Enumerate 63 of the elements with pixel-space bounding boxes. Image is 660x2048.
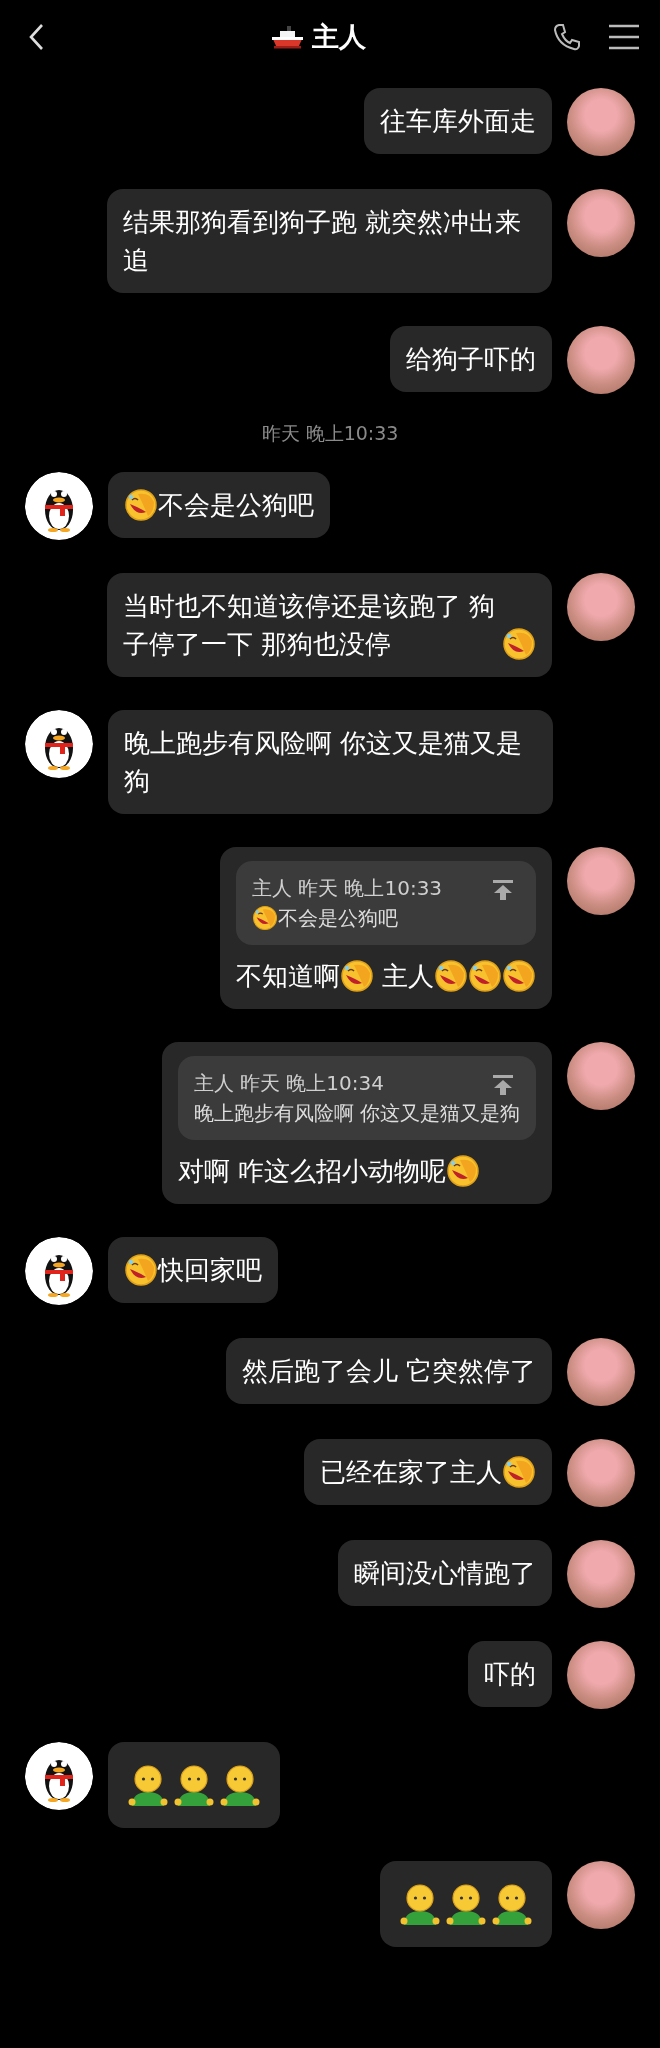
laughing-face-icon [251,905,278,931]
pin-to-top-icon[interactable] [492,879,514,901]
timestamp: 昨天 晚上10:33 [261,421,399,446]
quote-header: 主人 昨天 晚上10:33 [251,875,444,902]
person-icon [128,1762,168,1808]
person-icon [400,1881,440,1927]
penguin-avatar-icon[interactable] [25,1237,93,1305]
laughing-face-icon [434,959,468,993]
ship-icon [270,24,304,50]
message-bubble[interactable]: 往车库外面走 [364,88,552,154]
phone-icon[interactable] [552,22,582,52]
laughing-face-icon [124,1253,158,1287]
message-bubble[interactable]: 吓的 [468,1641,552,1707]
message-text: 给狗子吓的 [406,343,536,376]
laughing-face-icon [468,959,502,993]
message-bubble[interactable]: 已经在家了主人 [304,1439,552,1505]
message-bubble[interactable]: 瞬间没心情跑了 [338,1540,552,1606]
person-icon [220,1762,260,1808]
person-icon [492,1881,532,1927]
quoted-message[interactable]: 主人 昨天 晚上10:34 晚上跑步有风险啊 你这又是猫又是狗 [177,1056,536,1140]
laughing-face-icon [502,1455,536,1489]
quoted-message[interactable]: 主人 昨天 晚上10:33 不会是公狗吧 [235,861,536,945]
laughing-face-icon [502,959,536,993]
person-icon [174,1762,214,1808]
message-bubble[interactable]: 当时也不知道该停还是该跑了 狗子停了一下 那狗也没停 [107,573,552,677]
message-bubble[interactable] [380,1861,552,1947]
message-text: 往车库外面走 [380,105,536,138]
message-text: 对啊 咋这么招小动物呢 [177,1155,446,1188]
message-text: 主人 [381,960,434,993]
chat-title: 主人 [312,20,366,54]
message-bubble[interactable]: 不会是公狗吧 [108,472,330,538]
laughing-face-icon [124,488,158,522]
message-text: 当时也不知道该停还是该跑了 狗子停了一下 那狗也没停 [123,590,497,661]
message-text: 结果那狗看到狗子跑 就突然冲出来追 [123,206,523,277]
message-text: 快回家吧 [158,1254,262,1287]
pin-to-top-icon[interactable] [492,1074,514,1096]
laughing-face-icon [502,627,536,661]
message-bubble[interactable]: 快回家吧 [108,1237,278,1303]
penguin-avatar-icon[interactable] [25,472,93,540]
penguin-avatar-icon[interactable] [25,710,93,778]
message-text: 然后跑了会儿 它突然停了 [241,1355,536,1388]
penguin-avatar-icon[interactable] [25,1742,93,1810]
message-bubble[interactable]: 然后跑了会儿 它突然停了 [225,1338,552,1404]
laughing-face-icon [445,1154,480,1188]
message-bubble[interactable] [108,1742,280,1828]
person-icon [446,1881,486,1927]
message-text: 不会是公狗吧 [277,905,398,932]
message-bubble[interactable]: 结果那狗看到狗子跑 就突然冲出来追 [107,189,552,293]
message-text: 不会是公狗吧 [158,489,314,522]
menu-icon[interactable] [608,24,640,50]
message-text: 瞬间没心情跑了 [354,1557,536,1590]
message-bubble[interactable]: 晚上跑步有风险啊 你这又是猫又是狗 [108,710,553,814]
laughing-face-icon [339,959,374,993]
back-icon[interactable] [28,23,44,51]
message-text: 晚上跑步有风险啊 你这又是猫又是狗 [193,1100,520,1127]
message-bubble[interactable]: 主人 昨天 晚上10:34 晚上跑步有风险啊 你这又是猫又是狗 对啊 咋这么招小动物呢 [161,1042,552,1204]
message-text: 晚上跑步有风险啊 你这又是猫又是狗 [124,727,524,798]
quote-header: 主人 昨天 晚上10:34 [193,1070,385,1097]
message-text: 不知道啊 [235,960,340,993]
message-bubble[interactable]: 主人 昨天 晚上10:33 不会是公狗吧 不知道啊 主人 [219,847,552,1009]
message-text: 已经在家了主人 [320,1456,502,1489]
message-text: 吓的 [484,1658,536,1691]
message-bubble[interactable]: 给狗子吓的 [390,326,552,392]
